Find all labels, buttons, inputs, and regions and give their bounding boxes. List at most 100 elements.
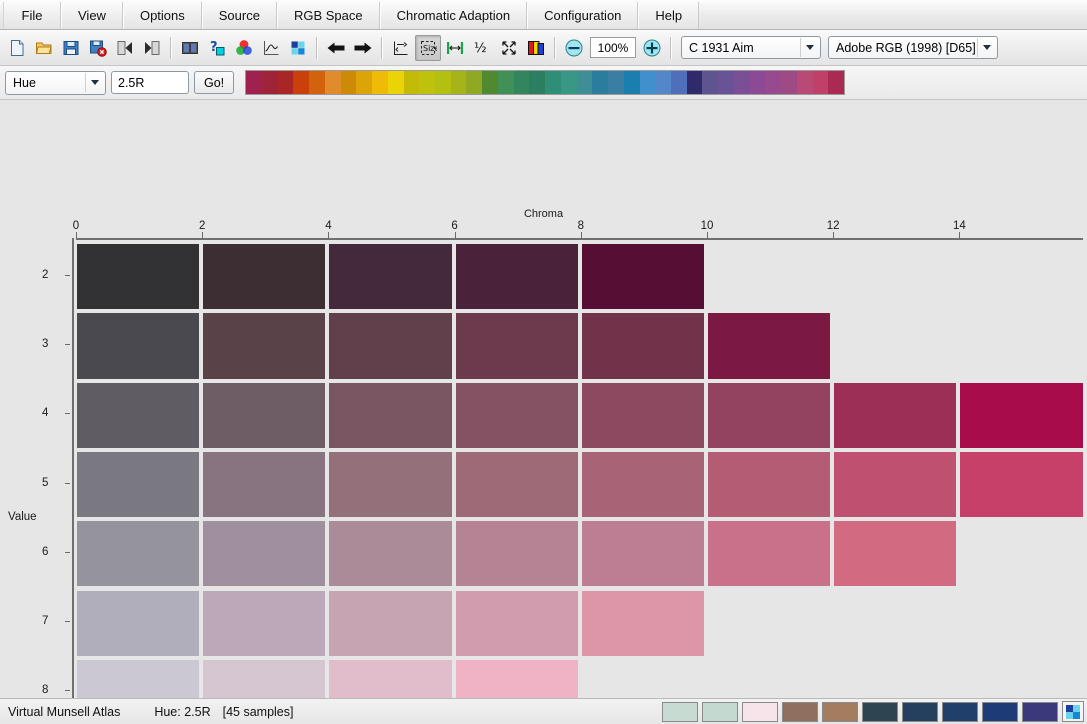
open-folder-icon[interactable] [31, 35, 57, 61]
munsell-swatch[interactable] [708, 521, 831, 587]
hue-strip-segment[interactable] [497, 71, 514, 94]
help-query-icon[interactable]: ? [204, 35, 230, 61]
hue-strip-segment[interactable] [639, 71, 656, 94]
recent-color-swatch[interactable] [902, 701, 938, 722]
munsell-swatch[interactable] [960, 382, 1083, 448]
menu-item-options[interactable]: Options [122, 2, 202, 29]
hue-gradient-strip[interactable] [245, 70, 846, 95]
hue-strip-segment[interactable] [482, 71, 498, 94]
new-document-icon[interactable] [4, 35, 30, 61]
munsell-swatch[interactable] [77, 590, 200, 656]
munsell-swatch[interactable] [77, 521, 200, 587]
munsell-swatch[interactable] [329, 590, 452, 656]
munsell-swatch[interactable] [77, 382, 200, 448]
fit-width-icon[interactable] [442, 35, 468, 61]
munsell-swatch[interactable] [581, 244, 704, 310]
color-wheel-icon[interactable] [231, 35, 257, 61]
hue-strip-segment[interactable] [796, 71, 813, 94]
curve-graph-icon[interactable] [258, 35, 284, 61]
zoom-in-button[interactable] [639, 35, 665, 61]
hue-strip-segment[interactable] [781, 71, 797, 94]
zoom-out-button[interactable] [561, 35, 587, 61]
menu-item-help[interactable]: Help [638, 2, 700, 29]
hue-strip-segment[interactable] [560, 71, 577, 94]
menu-item-source[interactable]: Source [201, 2, 277, 29]
hue-strip-segment[interactable] [655, 71, 671, 94]
actual-size-icon[interactable]: Size [415, 34, 441, 61]
save-icon[interactable] [58, 35, 84, 61]
hue-strip-segment[interactable] [576, 71, 593, 94]
recent-color-swatch[interactable] [662, 701, 698, 722]
munsell-swatch[interactable] [203, 521, 326, 587]
hue-strip-segment[interactable] [293, 71, 310, 94]
recent-color-swatch[interactable] [702, 701, 738, 722]
hue-strip-segment[interactable] [324, 71, 341, 94]
hue-strip-segment[interactable] [608, 71, 624, 94]
color-pages-icon[interactable] [523, 35, 549, 61]
hue-strip-segment[interactable] [623, 71, 640, 94]
chevron-down-icon[interactable] [85, 73, 103, 92]
recent-color-swatch[interactable] [782, 701, 818, 722]
hue-strip-segment[interactable] [246, 71, 262, 94]
munsell-swatch[interactable] [77, 244, 200, 310]
menu-item-file[interactable]: File [3, 2, 61, 29]
munsell-swatch[interactable] [581, 521, 704, 587]
munsell-swatch[interactable] [834, 382, 957, 448]
previous-page-icon[interactable] [112, 35, 138, 61]
munsell-swatch[interactable] [77, 451, 200, 518]
hue-strip-segment[interactable] [749, 71, 766, 94]
hue-strip-segment[interactable] [592, 71, 609, 94]
munsell-swatch[interactable] [708, 382, 831, 448]
munsell-swatch[interactable] [203, 382, 326, 448]
aim-illuminant-select[interactable]: C 1931 Aim [681, 36, 821, 59]
munsell-swatch[interactable] [581, 382, 704, 448]
hue-input[interactable]: 2.5R [111, 71, 189, 94]
hue-mode-select[interactable]: Hue [5, 70, 106, 95]
hue-strip-segment[interactable] [434, 71, 451, 94]
munsell-swatch[interactable] [329, 451, 452, 518]
munsell-swatch[interactable] [834, 521, 957, 587]
hue-strip-segment[interactable] [765, 71, 782, 94]
hue-strip-segment[interactable] [529, 71, 546, 94]
munsell-swatch[interactable] [329, 313, 452, 379]
menu-item-configuration[interactable]: Configuration [527, 2, 639, 29]
munsell-swatch[interactable] [581, 451, 704, 518]
color-picker-icon[interactable] [1062, 701, 1084, 722]
hue-strip-segment[interactable] [513, 71, 530, 94]
munsell-swatch[interactable] [455, 521, 578, 587]
hue-strip-segment[interactable] [718, 71, 734, 94]
hue-strip-segment[interactable] [686, 71, 703, 94]
munsell-swatch[interactable] [329, 659, 452, 698]
fit-page-icon[interactable] [388, 35, 414, 61]
munsell-swatch[interactable] [455, 659, 578, 698]
expand-icon[interactable] [496, 35, 522, 61]
munsell-swatch[interactable] [203, 451, 326, 518]
color-blocks-icon[interactable] [285, 35, 311, 61]
munsell-swatch[interactable] [203, 313, 326, 379]
hue-strip-segment[interactable] [387, 71, 404, 94]
munsell-swatch[interactable] [960, 451, 1083, 518]
munsell-swatch[interactable] [329, 382, 452, 448]
back-arrow-icon[interactable] [323, 35, 349, 61]
recent-color-swatch[interactable] [982, 701, 1018, 722]
recent-color-swatch[interactable] [862, 701, 898, 722]
hue-strip-segment[interactable] [545, 71, 561, 94]
chevron-down-icon[interactable] [977, 38, 995, 57]
half-size-icon[interactable]: ½ [469, 35, 495, 61]
next-page-icon[interactable] [139, 35, 165, 61]
hue-strip-segment[interactable] [356, 71, 373, 94]
hue-strip-segment[interactable] [733, 71, 750, 94]
hue-strip-segment[interactable] [309, 71, 325, 94]
go-button[interactable]: Go! [194, 71, 235, 94]
munsell-swatch[interactable] [708, 313, 831, 379]
munsell-swatch[interactable] [203, 659, 326, 698]
chevron-down-icon[interactable] [800, 38, 818, 57]
munsell-swatch[interactable] [455, 313, 578, 379]
munsell-swatch[interactable] [455, 451, 578, 518]
rgb-space-select[interactable]: Adobe RGB (1998) [D65] [828, 36, 998, 59]
recent-color-swatch[interactable] [1022, 701, 1058, 722]
munsell-swatch[interactable] [203, 244, 326, 310]
munsell-swatch[interactable] [581, 313, 704, 379]
munsell-swatch[interactable] [77, 313, 200, 379]
munsell-swatch[interactable] [203, 590, 326, 656]
